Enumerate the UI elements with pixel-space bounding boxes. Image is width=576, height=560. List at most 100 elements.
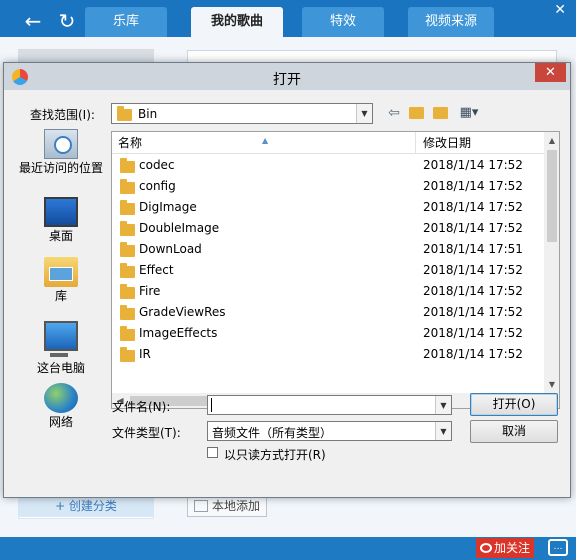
file-name: DoubleImage — [139, 221, 220, 235]
app-close-icon[interactable]: ✕ — [554, 2, 566, 18]
folder-icon — [120, 179, 135, 194]
file-list[interactable]: ▲ 名称 修改日期 codec 2018/1/14 17:52 config 2018… — [111, 131, 560, 409]
back-icon[interactable]: ⇦ — [386, 104, 402, 122]
file-row[interactable]: GradeViewRes 2018/1/14 17:52 — [112, 302, 544, 323]
file-row[interactable]: DigImage 2018/1/14 17:52 — [112, 197, 544, 218]
file-row[interactable]: Fire 2018/1/14 17:52 — [112, 281, 544, 302]
place-label: 这台电脑 — [36, 361, 85, 375]
follow-badge[interactable]: 加关注 — [476, 538, 535, 558]
look-in-dropdown[interactable]: Bin ▼ — [111, 103, 373, 124]
file-row[interactable]: DoubleImage 2018/1/14 17:52 — [112, 218, 544, 239]
file-name: Effect — [139, 263, 174, 277]
sort-ascending-icon: ▲ — [262, 136, 269, 145]
dialog-close-button[interactable]: ✕ — [535, 63, 566, 82]
filetype-label: 文件类型(T): — [112, 426, 181, 440]
chevron-down-icon[interactable]: ▼ — [435, 422, 451, 440]
open-button[interactable]: 打开(O) — [470, 393, 558, 416]
file-date: 2018/1/14 17:52 — [423, 158, 523, 172]
place-label: 最近访问的位置 — [18, 161, 103, 175]
chevron-down-icon[interactable]: ▼ — [435, 396, 451, 414]
chat-icon[interactable]: … — [548, 539, 568, 556]
file-list-header: ▲ 名称 修改日期 — [112, 132, 544, 154]
file-row[interactable]: Effect 2018/1/14 17:52 — [112, 260, 544, 281]
local-add-button[interactable]: 本地添加 — [187, 495, 267, 517]
folder-icon — [120, 284, 135, 299]
file-date: 2018/1/14 17:52 — [423, 221, 523, 235]
open-file-dialog: 打开 ✕ 查找范围(I): Bin ▼ ⇦ ▦▾ 最近访问的位置 桌面 库 这台… — [3, 62, 571, 498]
file-date: 2018/1/14 17:52 — [423, 179, 523, 193]
file-date: 2018/1/14 17:51 — [423, 242, 523, 256]
filetype-select[interactable]: 音频文件（所有类型） ▼ — [207, 421, 452, 441]
up-folder-icon[interactable] — [407, 104, 425, 122]
dialog-title: 打开 — [273, 72, 301, 88]
chevron-down-icon[interactable]: ▼ — [356, 104, 372, 123]
file-name: ImageEffects — [139, 326, 218, 340]
file-date: 2018/1/14 17:52 — [423, 263, 523, 277]
folder-icon — [117, 106, 132, 121]
folder-icon — [120, 347, 135, 362]
file-name: Fire — [139, 284, 161, 298]
view-menu-icon[interactable]: ▦▾ — [454, 104, 484, 122]
folder-icon — [120, 242, 135, 257]
tab-effects[interactable]: 特效 — [302, 7, 384, 37]
tab-library[interactable]: 乐库 — [85, 7, 167, 37]
place-label: 桌面 — [48, 229, 73, 243]
file-row[interactable]: ImageEffects 2018/1/14 17:52 — [112, 323, 544, 344]
folder-icon — [120, 200, 135, 215]
new-folder-icon[interactable] — [431, 104, 449, 122]
place-this-pc[interactable]: 这台电脑 — [16, 321, 106, 375]
places-bar: 最近访问的位置 桌面 库 这台电脑 网络 — [16, 127, 106, 429]
file-name: DownLoad — [139, 242, 202, 256]
folder-icon — [120, 305, 135, 320]
add-file-icon — [194, 500, 208, 512]
place-label: 网络 — [48, 415, 73, 429]
readonly-label[interactable]: 以只读方式打开(R) — [224, 446, 326, 463]
computer-icon — [44, 321, 78, 357]
place-label: 库 — [54, 289, 67, 303]
filetype-value: 音频文件（所有类型） — [212, 426, 333, 440]
scroll-down-icon[interactable]: ▼ — [544, 376, 559, 393]
filename-label: 文件名(N): — [112, 400, 171, 414]
library-icon — [44, 257, 78, 287]
look-in-value: Bin — [138, 107, 158, 121]
file-row[interactable]: DownLoad 2018/1/14 17:51 — [112, 239, 544, 260]
place-network[interactable]: 网络 — [16, 383, 106, 429]
filename-input[interactable]: ▼ — [207, 395, 452, 415]
folder-icon — [120, 221, 135, 236]
folder-icon — [120, 263, 135, 278]
file-date: 2018/1/14 17:52 — [423, 284, 523, 298]
file-name: codec — [139, 158, 175, 172]
file-row[interactable]: config 2018/1/14 17:52 — [112, 176, 544, 197]
readonly-checkbox[interactable] — [207, 447, 218, 458]
file-name: DigImage — [139, 200, 197, 214]
create-category-button[interactable]: + 创建分类 — [18, 495, 154, 517]
recent-places-icon — [44, 129, 78, 159]
file-name: IR — [139, 347, 151, 361]
refresh-icon[interactable]: ↻ — [54, 8, 80, 34]
file-date: 2018/1/14 17:52 — [423, 305, 523, 319]
sidebar-tab[interactable] — [18, 49, 154, 63]
text-caret — [211, 398, 212, 412]
tab-my-songs[interactable]: 我的歌曲 — [191, 7, 283, 37]
file-row[interactable]: codec 2018/1/14 17:52 — [112, 155, 544, 176]
scroll-thumb[interactable] — [547, 150, 557, 242]
place-recent[interactable]: 最近访问的位置 — [16, 129, 106, 175]
file-date: 2018/1/14 17:52 — [423, 200, 523, 214]
weibo-icon — [480, 543, 492, 553]
file-name: config — [139, 179, 176, 193]
vertical-scrollbar[interactable]: ▲ ▼ — [544, 132, 559, 393]
folder-icon — [120, 158, 135, 173]
look-in-label: 查找范围(I): — [30, 108, 95, 122]
place-desktop[interactable]: 桌面 — [16, 197, 106, 243]
column-header-name[interactable]: ▲ 名称 — [112, 132, 416, 154]
folder-icon — [120, 326, 135, 341]
back-arrow-icon[interactable]: ← — [20, 8, 46, 34]
place-library[interactable]: 库 — [16, 257, 106, 303]
dialog-client: 查找范围(I): Bin ▼ ⇦ ▦▾ 最近访问的位置 桌面 库 这台电脑 网络… — [4, 90, 570, 497]
tab-video-source[interactable]: 视频来源 — [408, 7, 494, 37]
file-rows: codec 2018/1/14 17:52 config 2018/1/14 17:5… — [112, 155, 544, 365]
scroll-up-icon[interactable]: ▲ — [544, 132, 559, 149]
file-row[interactable]: IR 2018/1/14 17:52 — [112, 344, 544, 365]
column-header-date[interactable]: 修改日期 — [417, 132, 544, 154]
cancel-button[interactable]: 取消 — [470, 420, 558, 443]
